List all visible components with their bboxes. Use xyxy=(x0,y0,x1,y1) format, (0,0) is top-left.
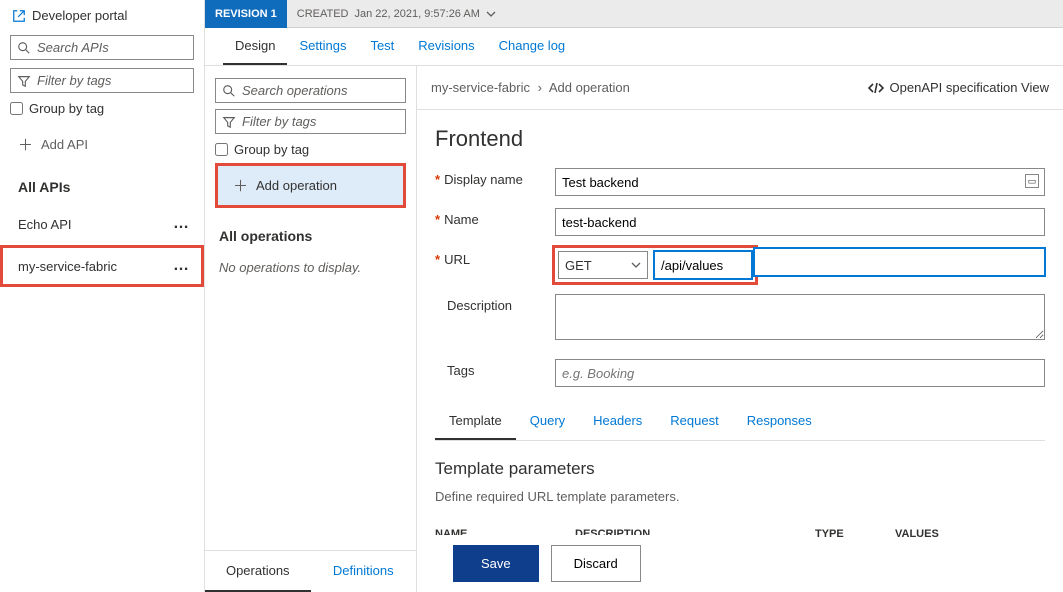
url-path-input-inner[interactable] xyxy=(654,251,752,279)
search-apis-placeholder: Search APIs xyxy=(37,40,109,55)
ops-group-by-tag-checkbox[interactable]: Group by tag xyxy=(215,140,406,159)
search-icon xyxy=(17,41,31,55)
ops-bottom-tabs: Operations Definitions xyxy=(205,550,416,592)
api-item-echo[interactable]: Echo API … xyxy=(0,203,204,245)
spec-view-label: OpenAPI specification View xyxy=(890,80,1049,95)
more-icon[interactable]: … xyxy=(173,215,190,233)
plus-icon: ＋ xyxy=(18,134,33,155)
template-params-title: Template parameters xyxy=(435,459,1045,479)
revision-badge[interactable]: REVISION 1 xyxy=(205,0,287,28)
filter-tags-input[interactable]: Filter by tags xyxy=(10,68,194,93)
form-panel: my-service-fabric › Add operation OpenAP… xyxy=(417,66,1063,592)
breadcrumb: my-service-fabric › Add operation xyxy=(431,80,630,95)
ops-group-by-tag-label: Group by tag xyxy=(234,142,309,157)
tab-changelog[interactable]: Change log xyxy=(487,28,578,65)
template-params-desc: Define required URL template parameters. xyxy=(435,489,1045,504)
plus-icon: ＋ xyxy=(233,175,248,196)
group-by-tag-label: Group by tag xyxy=(29,101,104,116)
ops-group-by-tag-input[interactable] xyxy=(215,143,228,156)
add-operation-button[interactable]: ＋ Add operation xyxy=(215,163,406,208)
api-item-label: my-service-fabric xyxy=(18,259,117,274)
filter-ops-placeholder: Filter by tags xyxy=(242,114,316,129)
stab-responses[interactable]: Responses xyxy=(733,403,826,440)
left-sidebar: Developer portal Search APIs Filter by t… xyxy=(0,0,205,592)
breadcrumb-row: my-service-fabric › Add operation OpenAP… xyxy=(417,66,1063,110)
http-method-value: GET xyxy=(565,258,592,273)
name-input[interactable] xyxy=(555,208,1045,236)
search-apis-input[interactable]: Search APIs xyxy=(10,35,194,60)
breadcrumb-parent[interactable]: my-service-fabric xyxy=(431,80,530,95)
required-indicator: * xyxy=(435,212,440,227)
search-operations-input[interactable]: Search operations xyxy=(215,78,406,103)
chevron-down-icon xyxy=(486,9,496,19)
group-by-tag-checkbox[interactable]: Group by tag xyxy=(0,97,204,120)
description-label: Description xyxy=(447,298,512,313)
filter-icon xyxy=(222,115,236,129)
breadcrumb-current: Add operation xyxy=(549,80,630,95)
main-tabs: Design Settings Test Revisions Change lo… xyxy=(205,28,1063,66)
form-title: Frontend xyxy=(435,126,1045,152)
description-input[interactable] xyxy=(555,294,1045,340)
breadcrumb-sep: › xyxy=(538,80,542,95)
filter-ops-input[interactable]: Filter by tags xyxy=(215,109,406,134)
revision-meta[interactable]: CREATED Jan 22, 2021, 9:57:26 AM xyxy=(287,8,506,20)
api-item-my-service-fabric[interactable]: my-service-fabric … xyxy=(0,245,204,287)
th-type: TYPE xyxy=(815,528,895,540)
chevron-down-icon xyxy=(631,260,641,270)
required-indicator: * xyxy=(435,252,440,267)
revision-created-value: Jan 22, 2021, 9:57:26 AM xyxy=(355,8,480,20)
stab-request[interactable]: Request xyxy=(656,403,732,440)
action-row: Save Discard xyxy=(435,535,659,592)
http-method-dropdown[interactable]: GET xyxy=(558,251,648,279)
tab-revisions[interactable]: Revisions xyxy=(406,28,486,65)
url-path-input[interactable] xyxy=(754,248,1045,276)
btab-definitions[interactable]: Definitions xyxy=(311,551,417,592)
more-icon[interactable]: … xyxy=(173,257,190,275)
revision-created-label: CREATED xyxy=(297,8,349,20)
stab-headers[interactable]: Headers xyxy=(579,403,656,440)
filter-tags-placeholder: Filter by tags xyxy=(37,73,111,88)
operations-panel: Search operations Filter by tags Group b… xyxy=(205,66,417,592)
tags-label: Tags xyxy=(447,363,474,378)
display-name-input[interactable] xyxy=(555,168,1045,196)
add-api-button[interactable]: ＋ Add API xyxy=(0,120,204,169)
add-operation-label: Add operation xyxy=(256,178,337,193)
discard-button[interactable]: Discard xyxy=(551,545,641,582)
btab-operations[interactable]: Operations xyxy=(205,551,311,592)
search-ops-placeholder: Search operations xyxy=(242,83,348,98)
tab-settings[interactable]: Settings xyxy=(287,28,358,65)
dev-portal-label: Developer portal xyxy=(32,8,127,23)
display-name-label: Display name xyxy=(444,172,523,187)
all-apis-title: All APIs xyxy=(0,169,204,203)
filter-icon xyxy=(17,74,31,88)
api-item-label: Echo API xyxy=(18,217,71,232)
code-icon xyxy=(868,81,884,95)
revision-bar: REVISION 1 CREATED Jan 22, 2021, 9:57:26… xyxy=(205,0,1063,28)
th-values: VALUES xyxy=(895,528,975,540)
dev-portal-link[interactable]: Developer portal xyxy=(0,0,204,31)
stab-template[interactable]: Template xyxy=(435,403,516,440)
all-operations-title: All operations xyxy=(215,212,406,252)
url-label: URL xyxy=(444,252,470,267)
name-label: Name xyxy=(444,212,479,227)
save-button[interactable]: Save xyxy=(453,545,539,582)
stab-query[interactable]: Query xyxy=(516,403,579,440)
required-indicator: * xyxy=(435,172,440,187)
search-icon xyxy=(222,84,236,98)
form-sub-tabs: Template Query Headers Request Responses xyxy=(435,403,1045,441)
tab-test[interactable]: Test xyxy=(358,28,406,65)
tab-design[interactable]: Design xyxy=(223,28,287,65)
add-api-label: Add API xyxy=(41,137,88,152)
external-link-icon xyxy=(12,9,26,23)
group-by-tag-input[interactable] xyxy=(10,102,23,115)
spec-view-link[interactable]: OpenAPI specification View xyxy=(868,80,1049,95)
field-action-icon[interactable]: ▭ xyxy=(1025,174,1039,188)
tags-input[interactable] xyxy=(555,359,1045,387)
no-operations-msg: No operations to display. xyxy=(215,252,406,283)
